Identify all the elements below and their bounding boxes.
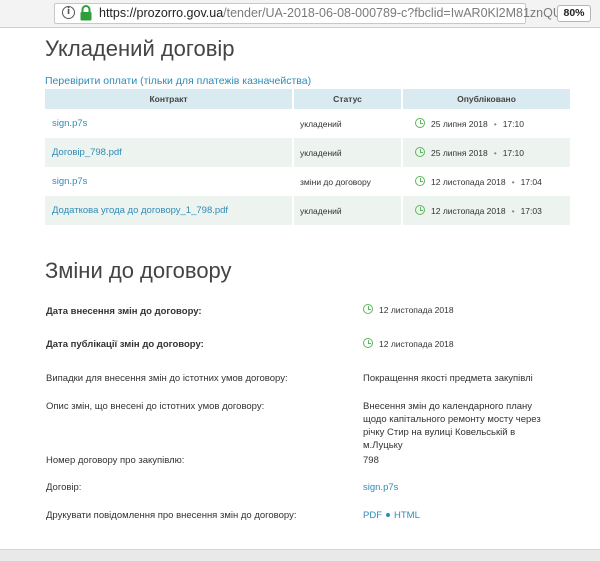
- published-date: 25 липня 2018: [431, 148, 488, 158]
- column-header-contract: Контракт: [45, 89, 294, 109]
- publish-date-label: Дата публікації змін до договору:: [46, 339, 204, 350]
- contract-number-value: 798: [363, 455, 379, 466]
- cases-value: Покращення якості предмета закупівлі: [363, 373, 533, 384]
- published-date: 25 липня 2018: [431, 119, 488, 129]
- contracts-table: Контракт Статус Опубліковано sign.p7s ук…: [45, 89, 572, 225]
- published-cell: 25 липня 2018 • 17:10: [402, 109, 572, 138]
- contract-file-cell: sign.p7s: [45, 109, 294, 138]
- cases-label: Випадки для внесення змін до істотних ум…: [46, 373, 288, 384]
- clock-icon: [415, 147, 425, 157]
- changes-section-title: Зміни до договору: [45, 258, 232, 283]
- published-time: 17:04: [520, 177, 542, 187]
- description-value: Внесення змін до календарного плану щодо…: [363, 401, 541, 451]
- published-cell: 12 листопада 2018 • 17:03: [402, 196, 572, 225]
- table-row: Договір_798.pdf укладений 25 липня 2018 •…: [45, 138, 572, 167]
- published-date: 12 листопада 2018: [431, 177, 506, 187]
- contract-number-label: Номер договору про закупівлю:: [46, 455, 185, 466]
- print-links: PDF HTML: [363, 509, 563, 522]
- horizontal-scrollbar[interactable]: [0, 549, 600, 561]
- separator-dot: •: [511, 177, 515, 187]
- contract-status: укладений: [293, 138, 403, 167]
- separator-dot: •: [493, 148, 497, 158]
- published-cell: 25 липня 2018 • 17:10: [402, 138, 572, 167]
- change-date-value: 12 листопада 2018: [363, 304, 563, 317]
- publish-date-text: 12 листопада 2018: [379, 339, 454, 349]
- contract-file-cell: sign.p7s: [45, 167, 294, 196]
- contract-sign-link[interactable]: sign.p7s: [363, 482, 398, 493]
- published-cell: 12 листопада 2018 • 17:04: [402, 167, 572, 196]
- table-row: sign.p7s зміни до договору 12 листопада …: [45, 167, 572, 196]
- column-header-published: Опубліковано: [402, 89, 572, 109]
- clock-icon: [363, 304, 373, 314]
- url-host: https://prozorro.gov.ua: [99, 6, 224, 20]
- change-date-text: 12 листопада 2018: [379, 305, 454, 315]
- clock-icon: [363, 338, 373, 348]
- column-header-status: Статус: [293, 89, 403, 109]
- published-time: 17:10: [502, 148, 524, 158]
- table-header-row: Контракт Статус Опубліковано: [45, 89, 572, 109]
- contract-status: укладений: [293, 109, 403, 138]
- clock-icon: [415, 205, 425, 215]
- contract-file-link[interactable]: sign.p7s: [52, 118, 87, 129]
- separator-dot: [386, 513, 390, 517]
- table-row: sign.p7s укладений 25 липня 2018 • 17:10: [45, 109, 572, 138]
- publish-date-value: 12 листопада 2018: [363, 338, 563, 351]
- print-html-link[interactable]: HTML: [394, 510, 420, 521]
- description-label: Опис змін, що внесені до істотних умов д…: [46, 401, 265, 412]
- url-path: /tender/UA-2018-06-08-000789-c?fbclid=Iw…: [223, 6, 562, 20]
- zoom-level-badge[interactable]: 80%: [557, 5, 591, 22]
- published-date: 12 листопада 2018: [431, 206, 506, 216]
- contract-section-title: Укладений договір: [45, 36, 235, 61]
- clock-icon: [415, 176, 425, 186]
- contract-file-link[interactable]: Договір_798.pdf: [52, 147, 122, 158]
- table-row: Додаткова угода до договору_1_798.pdf ук…: [45, 196, 572, 225]
- separator-dot: •: [493, 119, 497, 129]
- contract-file-link[interactable]: Додаткова угода до договору_1_798.pdf: [52, 205, 228, 216]
- contract-status: зміни до договору: [293, 167, 403, 196]
- published-time: 17:10: [502, 119, 524, 129]
- lock-icon: [80, 5, 92, 21]
- info-icon[interactable]: i: [62, 6, 75, 19]
- print-pdf-link[interactable]: PDF: [363, 510, 382, 521]
- check-payments-link[interactable]: Перевірити оплати (тільки для платежів к…: [45, 75, 311, 87]
- published-time: 17:03: [520, 206, 542, 216]
- separator-dot: •: [511, 206, 515, 216]
- contract-file-cell: Договір_798.pdf: [45, 138, 294, 167]
- contract-file-link[interactable]: sign.p7s: [52, 176, 87, 187]
- browser-address-bar: i https://prozorro.gov.ua/tender/UA-2018…: [0, 0, 600, 28]
- url-text[interactable]: https://prozorro.gov.ua/tender/UA-2018-0…: [99, 6, 562, 20]
- clock-icon: [415, 118, 425, 128]
- contract-file-cell: Додаткова угода до договору_1_798.pdf: [45, 196, 294, 225]
- contract-value: sign.p7s: [363, 481, 563, 494]
- contract-label: Договір:: [46, 482, 82, 493]
- print-label: Друкувати повідомлення про внесення змін…: [46, 510, 297, 521]
- change-date-label: Дата внесення змін до договору:: [46, 306, 202, 317]
- contract-status: укладений: [293, 196, 403, 225]
